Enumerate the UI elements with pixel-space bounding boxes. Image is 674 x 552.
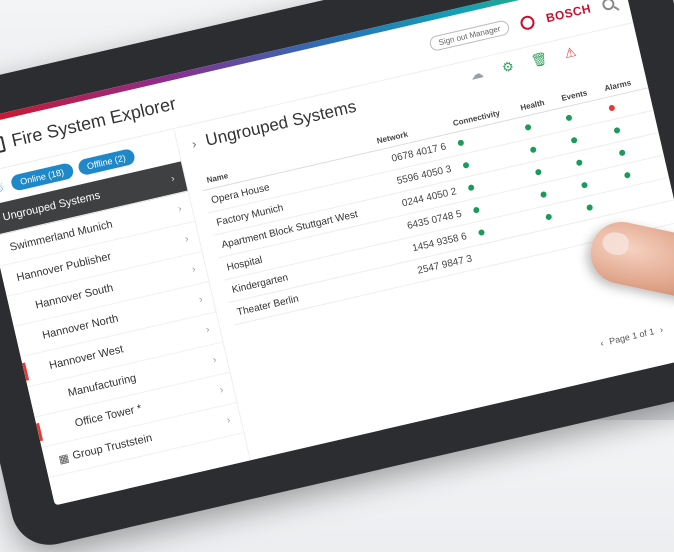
user-icon[interactable]: ☃: [0, 178, 8, 196]
status-dot-icon: [623, 171, 632, 179]
status-dot-icon: [613, 126, 621, 134]
search-icon[interactable]: [601, 0, 616, 11]
status-dot-icon: [608, 103, 616, 112]
status-dot-icon: [586, 203, 594, 211]
alert-marker: [36, 422, 44, 442]
status-dot-icon: [467, 183, 475, 191]
fingernail: [600, 230, 631, 257]
status-dot-icon: [472, 206, 480, 214]
filter-offline-pill[interactable]: Offline (2): [76, 147, 137, 177]
status-dot-icon: [462, 161, 470, 169]
chevron-right-icon: ›: [176, 203, 183, 215]
tablet-device: Fire System Explorer Sign out Manager BO…: [0, 0, 674, 552]
sign-out-button[interactable]: Sign out Manager: [428, 19, 511, 53]
status-dot-icon: [539, 190, 548, 198]
chevron-right-icon: ›: [183, 233, 190, 245]
status-dot-icon: [524, 123, 532, 131]
group-icon: ▦: [57, 451, 71, 466]
chevron-right-icon: ›: [218, 384, 225, 396]
brand-name: BOSCH: [544, 0, 593, 25]
page-indicator: Page 1 of 1: [608, 326, 656, 347]
chevron-right-icon: ›: [211, 354, 218, 366]
chevron-right-icon: ›: [225, 414, 232, 426]
status-dot-icon: [477, 228, 485, 236]
sidebar-item-label: Office Tower *: [73, 402, 143, 430]
row-menu-icon[interactable]: ⋮: [649, 105, 674, 134]
alert-marker: [22, 362, 30, 381]
bosch-logo-icon: [519, 13, 536, 31]
collapse-chevron-icon[interactable]: ›: [191, 137, 198, 152]
app-logo-icon: [0, 135, 6, 155]
chevron-right-icon: ›: [169, 172, 176, 185]
status-dot-icon: [456, 138, 465, 147]
app-screen: Fire System Explorer Sign out Manager BO…: [0, 0, 674, 506]
status-dot-icon: [618, 148, 626, 156]
chevron-right-icon: ›: [197, 293, 204, 306]
status-dot-icon: [545, 212, 553, 221]
next-page-icon[interactable]: ›: [659, 324, 664, 334]
chevron-right-icon: ›: [204, 323, 211, 336]
status-dot-icon: [575, 158, 583, 166]
status-dot-icon: [580, 181, 589, 189]
status-dot-icon: [570, 136, 578, 144]
status-dot-icon: [565, 113, 573, 121]
pagination: ‹ Page 1 of 1 ›: [599, 324, 664, 348]
status-dot-icon: [529, 145, 537, 153]
prev-page-icon[interactable]: ‹: [599, 338, 604, 348]
chevron-right-icon: ›: [190, 263, 197, 275]
status-dot-icon: [534, 168, 542, 176]
row-menu-icon[interactable]: ⋮: [644, 82, 674, 112]
